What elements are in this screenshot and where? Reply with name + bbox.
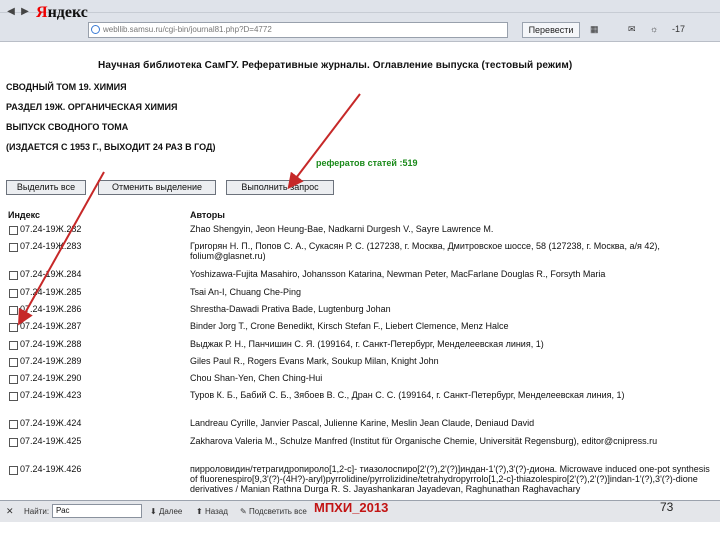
address-bar[interactable]: webllib.samsu.ru/cgi-bin/journal81.php?D… (88, 22, 508, 38)
yandex-logo-first-letter: Я (36, 4, 48, 21)
deselect-button[interactable]: Отменить выделение (98, 180, 216, 195)
table-row: 07.24-19Ж.284 Yoshizawa-Fujita Masahiro, … (0, 269, 720, 286)
find-prev-button[interactable]: ⬆ Назад (196, 507, 228, 516)
temperature-readout: -17 (672, 24, 686, 34)
row-index: 07.24-19Ж.425 (20, 435, 82, 446)
row-index: 07.24-19Ж.290 (20, 373, 82, 384)
row-index: 07.24-19Ж.286 (20, 303, 82, 314)
row-authors: Chou Shan-Yen, Chen Ching-Hui (190, 373, 323, 384)
row-checkbox[interactable] (9, 288, 18, 298)
table-row: 07.24-19Ж.282 Zhao Shengyin, Jeon Heung-B… (0, 224, 720, 241)
table-row: 07.24-19Ж.425 Zakharova Valeria M., Schul… (0, 436, 720, 464)
row-checkbox[interactable] (9, 420, 18, 430)
row-index: 07.24-19Ж.285 (20, 286, 82, 297)
table-row: 07.24-19Ж.285 Tsai An-I, Chuang Che-Ping (0, 287, 720, 304)
row-authors: Tsai An-I, Chuang Che-Ping (190, 286, 302, 297)
weather-icon: ☼ (650, 24, 659, 34)
yandex-logo-rest: ндекс (47, 4, 88, 21)
slide-bottom-band (0, 522, 720, 540)
row-index: 07.24-19Ж.283 (20, 241, 82, 252)
highlight-all-label: Подсветить все (248, 507, 307, 516)
row-authors: Yoshizawa-Fujita Masahiro, Johansson Kat… (190, 269, 606, 280)
toolbar-divider (0, 12, 720, 13)
row-checkbox[interactable] (9, 340, 18, 350)
table-row: 07.24-19Ж.288 Выджак Р. Н., Панчишин С. Я… (0, 339, 720, 356)
column-header-index: Индекс (8, 210, 41, 220)
table-row: 07.24-19Ж.289 Giles Paul R., Rogers Evans… (0, 356, 720, 373)
row-authors: Giles Paul R., Rogers Evans Mark, Soukup… (190, 355, 439, 366)
close-icon[interactable]: ✕ (6, 506, 14, 517)
issue-title: ВЫПУСК СВОДНОГО ТОМА (6, 122, 129, 132)
select-all-button[interactable]: Выделить все (6, 180, 86, 195)
abstract-count: рефератов статей :519 (316, 158, 418, 168)
row-index: 07.24-19Ж.424 (20, 418, 82, 429)
globe-icon (91, 25, 100, 34)
row-authors: Zakharova Valeria M., Schulze Manfred (I… (190, 435, 658, 446)
row-checkbox[interactable] (9, 392, 18, 402)
translate-button[interactable]: Перевести (522, 22, 580, 38)
row-checkbox[interactable] (9, 375, 18, 385)
find-next-label: Далее (158, 507, 183, 516)
section-title: РАЗДЕЛ 19Ж. ОРГАНИЧЕСКАЯ ХИМИЯ (6, 102, 178, 112)
row-index: 07.24-19Ж.287 (20, 321, 82, 332)
arrow-to-run-query (287, 93, 361, 190)
row-authors: Landreau Cyrille, Janvier Pascal, Julien… (190, 418, 535, 429)
row-checkbox[interactable] (9, 465, 18, 475)
row-index: 07.24-19Ж.288 (20, 338, 82, 349)
row-checkbox[interactable] (9, 243, 18, 253)
row-checkbox[interactable] (9, 437, 18, 447)
find-input[interactable]: Рас (52, 504, 142, 518)
row-index: 07.24-19Ж.284 (20, 269, 82, 280)
row-authors: Григорян Н. П., Попов С. А., Сукасян Р. … (190, 241, 660, 262)
back-arrow-icon[interactable]: ◀ (4, 6, 18, 18)
browser-toolbar: ◀ ▶ Яндекс webllib.samsu.ru/cgi-bin/jour… (0, 0, 720, 42)
table-row: 07.24-19Ж.283 Григорян Н. П., Попов С. А.… (0, 241, 720, 269)
row-checkbox[interactable] (9, 271, 18, 281)
volume-title: СВОДНЫЙ ТОМ 19. ХИМИЯ (6, 82, 127, 92)
row-authors: Zhao Shengyin, Jeon Heung-Bae, Nadkarni … (190, 224, 494, 234)
row-checkbox[interactable] (9, 357, 18, 367)
row-checkbox[interactable] (9, 323, 18, 333)
table-row: 07.24-19Ж.286 Shrestha-Dawadi Prativa Bad… (0, 304, 720, 321)
row-authors: Binder Jorg T., Crone Benedikt, Kirsch S… (190, 321, 509, 332)
row-authors: Туров К. Б., Бабий С. Б., Зябоев В. С., … (190, 390, 625, 401)
row-authors: Shrestha-Dawadi Prativa Bade, Lugtenburg… (190, 303, 391, 314)
row-index: 07.24-19Ж.423 (20, 390, 82, 401)
slide-footer: МПХИ_2013 (314, 500, 389, 515)
table-row: 07.24-19Ж.287 Binder Jorg T., Crone Bened… (0, 321, 720, 338)
toolbar-grid-icon[interactable]: ▦ (590, 24, 599, 35)
row-checkbox[interactable] (9, 305, 18, 315)
run-query-button[interactable]: Выполнить запрос (226, 180, 334, 195)
page-title: Научная библиотека СамГУ. Реферативные ж… (98, 60, 573, 71)
mail-icon[interactable]: ✉ (628, 24, 636, 35)
forward-arrow-icon[interactable]: ▶ (18, 6, 32, 18)
row-index: 07.24-19Ж.289 (20, 355, 82, 366)
address-text: webllib.samsu.ru/cgi-bin/journal81.php?D… (103, 25, 272, 34)
slide-page-number: 73 (660, 500, 674, 514)
publication-info: (ИЗДАЕТСЯ С 1953 Г., ВЫХОДИТ 24 РАЗ В ГО… (6, 142, 216, 152)
column-header-authors: Авторы (190, 210, 225, 220)
table-row: 07.24-19Ж.423 Туров К. Б., Бабий С. Б., З… (0, 390, 720, 418)
row-index: 07.24-19Ж.282 (20, 224, 82, 234)
table-row: 07.24-19Ж.290 Chou Shan-Yen, Chen Ching-H… (0, 373, 720, 390)
highlight-all-button[interactable]: ✎ Подсветить все (240, 507, 307, 516)
row-checkbox[interactable] (9, 226, 18, 235)
yandex-logo[interactable]: Яндекс (36, 4, 88, 22)
table-row: 07.24-19Ж.424 Landreau Cyrille, Janvier P… (0, 418, 720, 435)
find-next-button[interactable]: ⬇ Далее (150, 507, 182, 516)
find-label: Найти: (24, 507, 50, 516)
row-authors: Выджак Р. Н., Панчишин С. Я. (199164, г.… (190, 338, 544, 349)
row-index: 07.24-19Ж.426 (20, 463, 82, 474)
find-prev-label: Назад (204, 507, 228, 516)
